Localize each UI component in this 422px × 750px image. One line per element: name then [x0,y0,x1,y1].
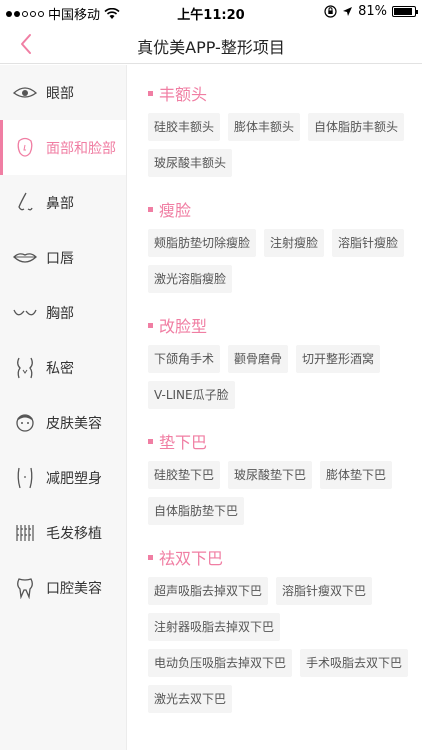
section-title: 祛双下巴 [148,545,422,569]
project-chip[interactable]: 膨体丰额头 [228,113,301,141]
section-title-text: 瘦脸 [159,201,192,220]
bullet-icon [148,322,153,328]
section-chin: 垫下巴 硅胶垫下巴 玻尿酸垫下巴 膨体垫下巴 自体脂肪垫下巴 [148,429,422,533]
sidebar-item-label: 皮肤美容 [46,415,102,432]
page-title: 真优美APP-整形项目 [137,38,285,57]
project-chip[interactable]: 玻尿酸垫下巴 [228,461,313,489]
sidebar-item-lips[interactable]: 口唇 [0,230,126,285]
project-chip[interactable]: 溶脂针瘦双下巴 [276,577,373,605]
sidebar-item-label: 口腔美容 [46,580,102,597]
section-title-text: 改脸型 [159,317,208,336]
section-title: 垫下巴 [148,429,422,453]
project-chip[interactable]: 注射瘦脸 [264,229,325,257]
sidebar-item-private[interactable]: 私密 [0,340,126,395]
project-chip[interactable]: 下颌角手术 [148,345,221,373]
sidebar-item-label: 眼部 [46,85,74,102]
tooth-icon [12,577,38,599]
project-chip[interactable]: 切开整形酒窝 [296,345,381,373]
sidebar-item-chest[interactable]: 胸部 [0,285,126,340]
lips-icon [12,247,38,269]
sidebar-item-label: 毛发移植 [46,525,102,542]
battery-percent: 81% [358,4,387,19]
section-title: 丰额头 [148,81,422,105]
project-chip[interactable]: 电动负压吸脂去掉双下巴 [148,649,293,677]
chest-icon [12,302,38,324]
bullet-icon [148,438,153,444]
sidebar-item-skin[interactable]: 皮肤美容 [0,395,126,450]
sidebar-item-label: 胸部 [46,305,74,322]
project-chip[interactable]: 颊脂肪垫切除瘦脸 [148,229,257,257]
nose-icon [12,192,38,214]
project-chip[interactable]: 激光去双下巴 [148,685,233,713]
project-chip[interactable]: 膨体垫下巴 [320,461,393,489]
sidebar-item-label: 减肥塑身 [46,470,102,487]
rotation-lock-icon [324,5,337,18]
project-chip[interactable]: 自体脂肪丰额头 [308,113,405,141]
eye-icon [12,82,38,104]
project-chip[interactable]: 自体脂肪垫下巴 [148,497,245,525]
status-bar: 中国移动 上午11:20 81% [0,0,422,24]
category-sidebar: 眼部 面部和脸部 鼻部 口唇 胸部 私密 皮肤美容 减肥塑身 毛发移植 口腔美容 [0,65,127,750]
project-chip[interactable]: 颧骨磨骨 [228,345,289,373]
sidebar-item-tooth[interactable]: 口腔美容 [0,560,126,615]
section-title-text: 丰额头 [159,85,208,104]
status-right: 81% [324,4,418,19]
section-double-chin: 祛双下巴 超声吸脂去掉双下巴 溶脂针瘦双下巴 注射器吸脂去掉双下巴 电动负压吸脂… [148,545,422,721]
section-slim-face: 瘦脸 颊脂肪垫切除瘦脸 注射瘦脸 溶脂针瘦脸 激光溶脂瘦脸 [148,197,422,301]
project-chip[interactable]: 溶脂针瘦脸 [332,229,405,257]
section-title-text: 祛双下巴 [159,549,224,568]
sidebar-item-label: 私密 [46,360,74,377]
project-chip[interactable]: 注射器吸脂去掉双下巴 [148,613,281,641]
bullet-icon [148,206,153,212]
sidebar-item-nose[interactable]: 鼻部 [0,175,126,230]
section-title: 改脸型 [148,313,422,337]
project-chip[interactable]: 激光溶脂瘦脸 [148,265,233,293]
sidebar-item-eyes[interactable]: 眼部 [0,65,126,120]
bullet-icon [148,554,153,560]
location-arrow-icon [343,7,353,16]
sidebar-item-hair[interactable]: 毛发移植 [0,505,126,560]
sidebar-item-face[interactable]: 面部和脸部 [0,120,126,175]
private-icon [12,357,38,379]
sidebar-item-label: 鼻部 [46,195,74,212]
section-forehead: 丰额头 硅胶丰额头 膨体丰额头 自体脂肪丰额头 玻尿酸丰额头 [148,81,422,185]
project-chip[interactable]: 硅胶丰额头 [148,113,221,141]
skin-icon [12,412,38,434]
battery-icon [392,6,418,17]
body-icon [12,467,38,489]
sidebar-item-label: 口唇 [46,250,74,267]
project-chip[interactable]: 玻尿酸丰额头 [148,149,233,177]
hair-icon [12,522,38,544]
bullet-icon [148,90,153,96]
section-title-text: 垫下巴 [159,433,208,452]
sidebar-item-label: 面部和脸部 [46,140,116,157]
project-list: 丰额头 硅胶丰额头 膨体丰额头 自体脂肪丰额头 玻尿酸丰额头 瘦脸 颊脂肪垫切除… [128,65,422,750]
project-chip[interactable]: 手术吸脂去双下巴 [300,649,409,677]
nav-bar: 真优美APP-整形项目 [0,24,422,64]
project-chip[interactable]: 超声吸脂去掉双下巴 [148,577,269,605]
face-icon [12,137,38,159]
project-chip[interactable]: V-LINE瓜子脸 [148,381,235,409]
project-chip[interactable]: 硅胶垫下巴 [148,461,221,489]
sidebar-item-body[interactable]: 减肥塑身 [0,450,126,505]
section-title: 瘦脸 [148,197,422,221]
section-face-shape: 改脸型 下颌角手术 颧骨磨骨 切开整形酒窝 V-LINE瓜子脸 [148,313,422,417]
